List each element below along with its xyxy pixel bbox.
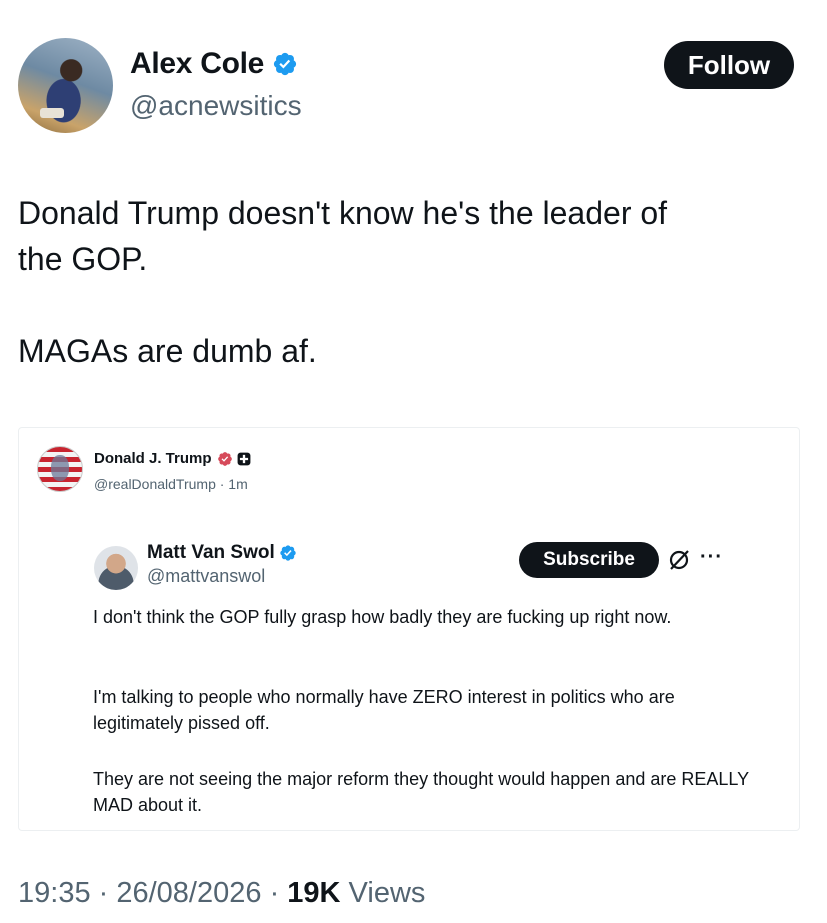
embedded-post-image[interactable]: Donald J. Trump @realDonaldTrump · 1m Ma… bbox=[18, 427, 800, 831]
grok-icon bbox=[669, 550, 689, 570]
quoted-author-name-row: Donald J. Trump bbox=[94, 450, 251, 467]
inner-paragraph: I'm talking to people who normally have … bbox=[93, 687, 675, 733]
inner-author-name: Matt Van Swol bbox=[147, 542, 275, 563]
quoted-author-name: Donald J. Trump bbox=[94, 450, 212, 467]
inner-author-avatar bbox=[94, 546, 138, 590]
avatar-face bbox=[51, 455, 69, 481]
tweet-date[interactable]: 26/08/2026 bbox=[116, 877, 261, 909]
tweet-meta: 19:35 · 26/08/2026 · 19K Views bbox=[18, 877, 425, 910]
quoted-author-avatar bbox=[37, 446, 83, 492]
inner-author-handle: @mattvanswol bbox=[147, 566, 266, 586]
tweet-time[interactable]: 19:35 bbox=[18, 877, 91, 909]
author-avatar[interactable] bbox=[18, 38, 113, 133]
views-label: Views bbox=[340, 877, 426, 909]
verified-badge-icon bbox=[273, 52, 297, 76]
tweet-text: Donald Trump doesn't know he's the leade… bbox=[18, 195, 668, 369]
more-options-icon: ··· bbox=[700, 546, 723, 568]
inner-paragraph: They are not seeing the major reform the… bbox=[93, 769, 749, 815]
inner-author-name-row: Matt Van Swol bbox=[147, 542, 297, 564]
author-name-row: Alex Cole bbox=[130, 47, 298, 81]
subscribe-button: Subscribe bbox=[519, 542, 659, 578]
follow-button[interactable]: Follow bbox=[664, 41, 794, 89]
views-count[interactable]: 19K bbox=[287, 877, 340, 909]
meta-separator: · bbox=[90, 877, 117, 909]
avatar-detail bbox=[40, 108, 64, 118]
verified-badge-icon bbox=[280, 545, 296, 561]
government-badge-icon bbox=[217, 451, 232, 466]
meta-separator: · bbox=[261, 877, 288, 909]
inner-paragraph: I don't think the GOP fully grasp how ba… bbox=[93, 607, 672, 627]
author-handle[interactable]: @acnewsitics bbox=[130, 90, 302, 122]
affiliate-badge-icon bbox=[237, 452, 250, 465]
quoted-author-handle: @realDonaldTrump · 1m bbox=[94, 476, 248, 492]
author-name[interactable]: Alex Cole bbox=[130, 47, 264, 81]
